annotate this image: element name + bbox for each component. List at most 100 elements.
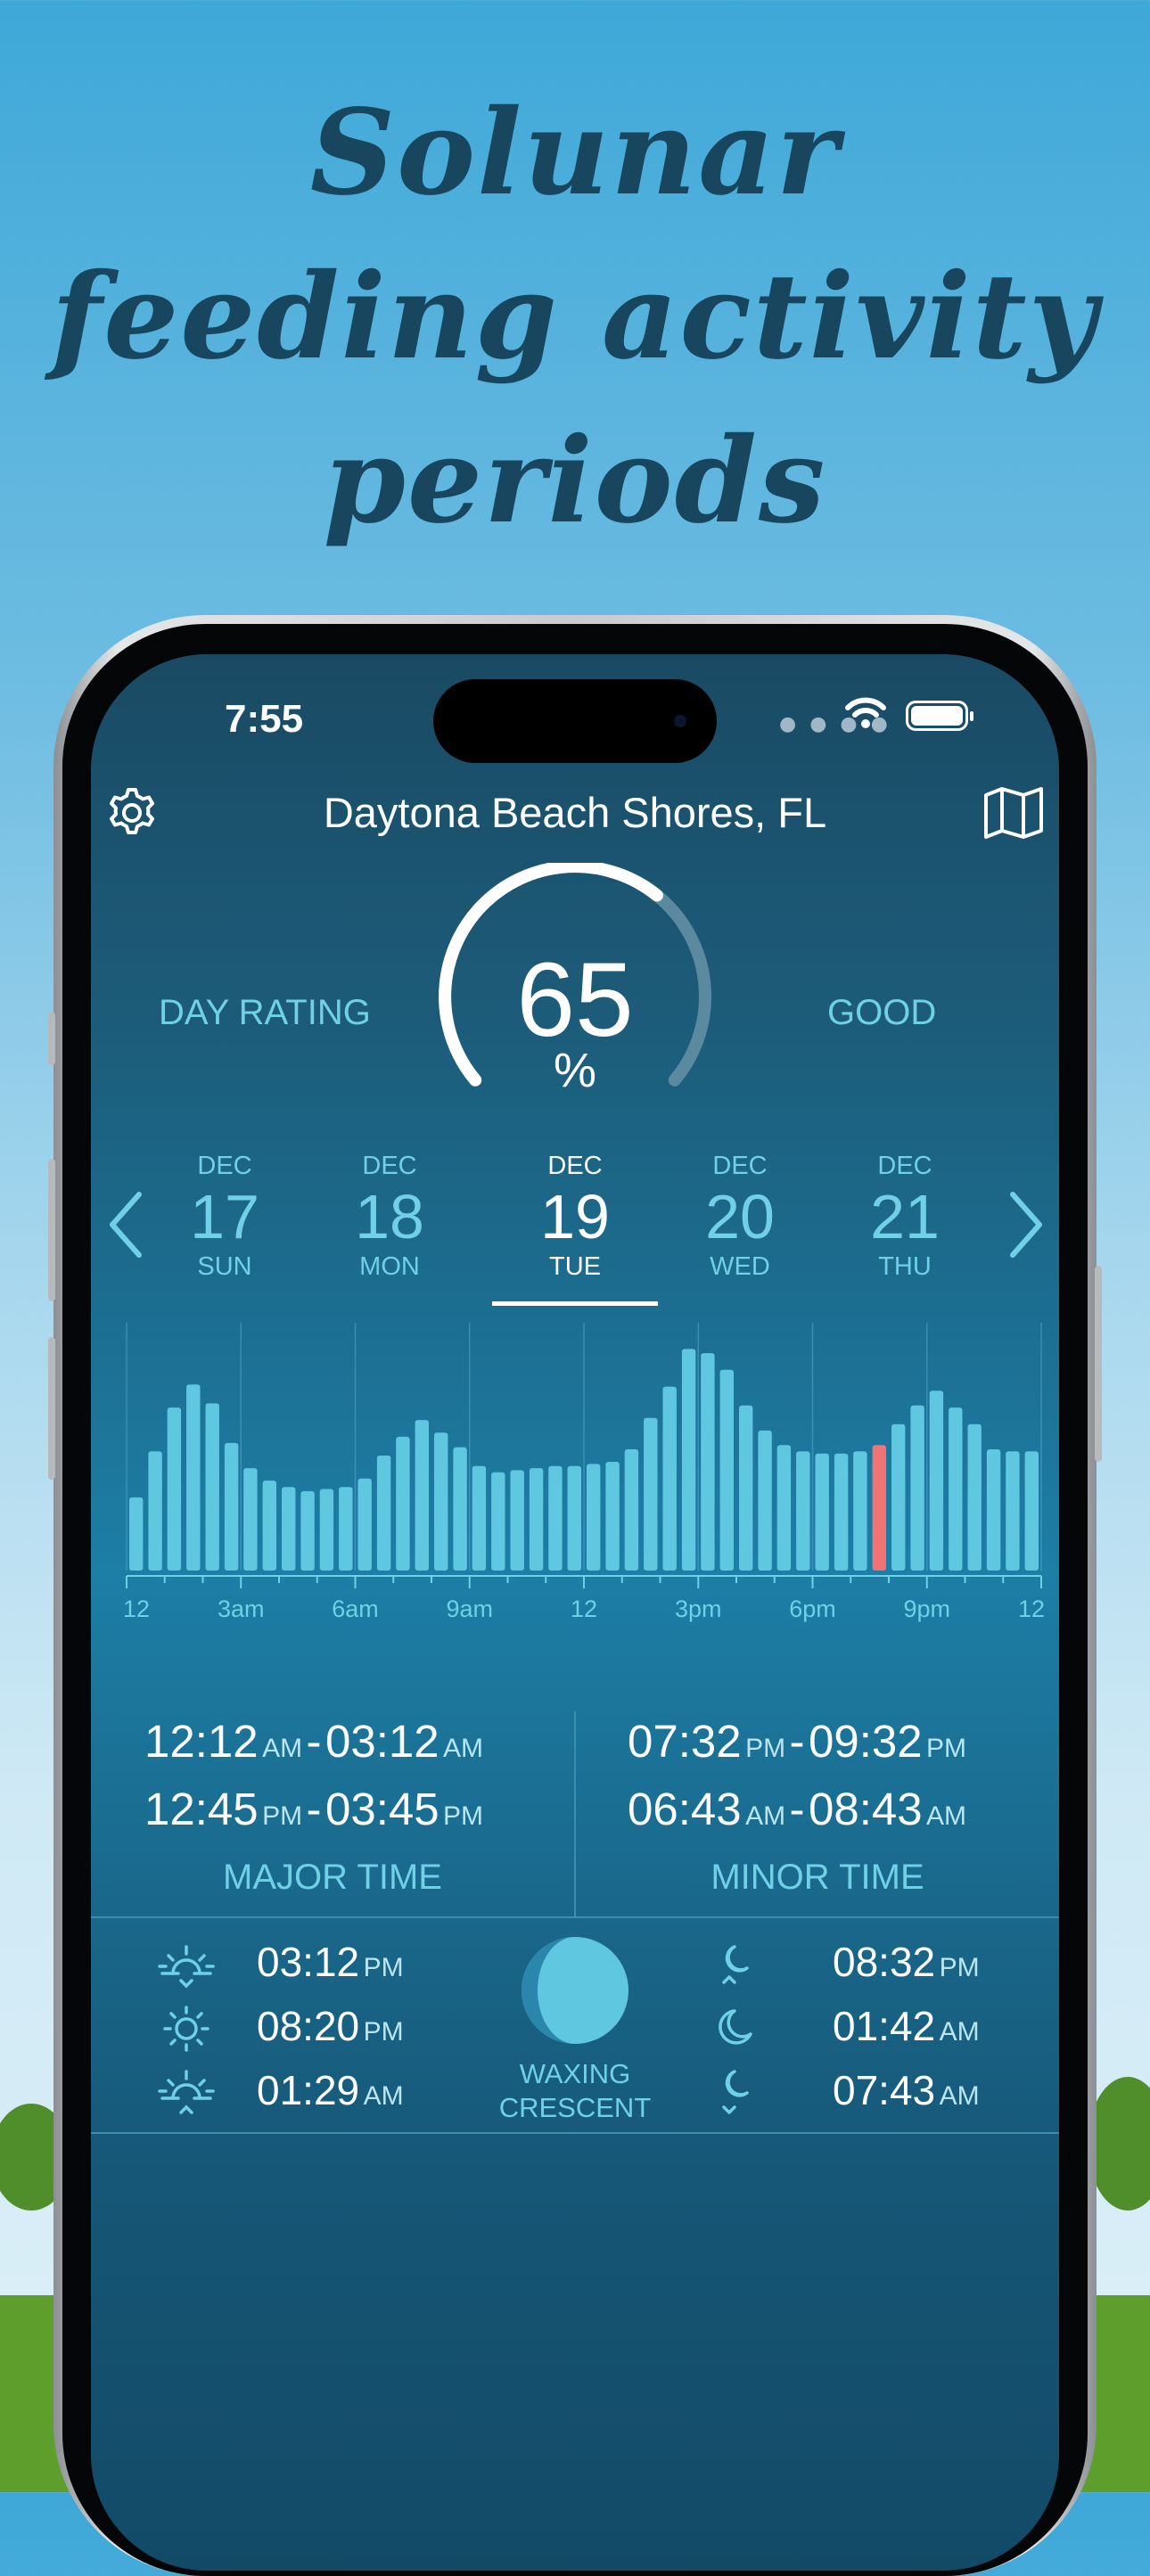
chart-bar — [681, 1349, 696, 1571]
moon-time: 01:42 — [833, 2003, 936, 2049]
dynamic-island — [433, 679, 717, 763]
date-month: DEC — [712, 1152, 768, 1180]
location-title[interactable]: Daytona Beach Shores, FL — [91, 788, 1059, 837]
sun-row-2: 08:20 PM — [257, 2002, 404, 2050]
ampm: AM — [926, 1801, 967, 1831]
chart-bar — [758, 1430, 772, 1571]
date-item[interactable]: DEC 18 MON — [318, 1152, 461, 1282]
ampm: AM — [939, 2017, 980, 2047]
chart-bar-current — [872, 1445, 886, 1571]
moon-time: 07:43 — [833, 2067, 936, 2113]
chart-tick-label: 12 — [571, 1596, 597, 1622]
date-item[interactable]: DEC 21 THU — [834, 1152, 976, 1282]
camera-dot — [674, 715, 686, 727]
chart-bar — [662, 1386, 677, 1571]
date-item[interactable]: DEC 17 SUN — [153, 1152, 296, 1282]
time-start: 12:12 — [144, 1716, 259, 1767]
chart-bar — [776, 1445, 792, 1571]
chart-bar — [339, 1487, 353, 1571]
chart-bar — [186, 1384, 201, 1571]
headline-line: periods — [323, 412, 827, 550]
ampm: PM — [745, 1734, 786, 1763]
day-rating-label: DAY RATING — [159, 993, 371, 1032]
chart-bar — [300, 1490, 315, 1571]
chart-bar — [834, 1453, 849, 1571]
selected-date-underline — [492, 1301, 658, 1306]
time-end: 09:32 — [808, 1716, 923, 1767]
chart-bar — [1024, 1451, 1039, 1571]
chevron-right-icon[interactable] — [1004, 1189, 1048, 1260]
chart-bar — [148, 1451, 162, 1571]
sun-time: 01:29 — [257, 2067, 360, 2113]
phone-power-button — [1095, 1266, 1102, 1462]
rating-word: GOOD — [827, 993, 937, 1032]
ampm: PM — [262, 1801, 303, 1831]
map-icon[interactable] — [982, 784, 1045, 841]
chart-tick-label: 3pm — [675, 1596, 722, 1622]
time-start: 06:43 — [628, 1784, 742, 1834]
ampm: AM — [363, 2081, 404, 2111]
chart-bar — [205, 1403, 219, 1571]
chart-bar — [587, 1464, 601, 1571]
chart-bar — [891, 1423, 906, 1571]
chart-bar — [167, 1407, 182, 1571]
date-item-selected[interactable]: DEC 19 TUE — [504, 1152, 646, 1282]
sun-row-3: 01:29 AM — [257, 2066, 404, 2114]
promo-headline: Solunar feeding activity periods — [0, 71, 1150, 563]
chart-bar — [415, 1420, 429, 1571]
time-end: 03:12 — [324, 1716, 439, 1767]
date-month: DEC — [362, 1152, 417, 1180]
date-month: DEC — [547, 1152, 603, 1180]
chart-bar — [243, 1468, 258, 1571]
date-weekday: WED — [710, 1252, 770, 1281]
moon-phase-line1: WAXING — [519, 2058, 631, 2089]
minor-period-2: 06:43 AM - 08:43 AM — [628, 1783, 966, 1835]
chart-bar — [986, 1449, 1001, 1571]
ampm: AM — [443, 1734, 484, 1763]
chart-bar — [282, 1487, 296, 1571]
time-end: 03:45 — [324, 1784, 439, 1834]
sun-time: 03:12 — [257, 1939, 360, 1985]
time-start: 07:32 — [628, 1716, 742, 1767]
chart-bar — [624, 1449, 639, 1571]
moon-phase-label: WAXING CRESCENT — [448, 2057, 702, 2125]
chart-bar — [376, 1456, 391, 1571]
section-divider — [91, 2132, 1059, 2134]
headline-line: Solunar — [309, 84, 841, 222]
app-screen: 7:55 ● ● ● ● Daytona Beach Shores, FL DA… — [91, 654, 1059, 2571]
chevron-left-icon[interactable] — [103, 1189, 148, 1260]
chart-bar — [319, 1489, 334, 1571]
chart-bar — [719, 1369, 734, 1571]
time-separator: - — [789, 1716, 805, 1767]
chart-bar — [434, 1432, 448, 1571]
chart-bar — [396, 1436, 410, 1571]
phone-volume-up — [48, 1159, 55, 1301]
chart-tick-label: 9pm — [903, 1596, 950, 1622]
date-item[interactable]: DEC 20 WED — [669, 1152, 811, 1282]
ampm: PM — [926, 1734, 967, 1763]
headline-line: feeding activity — [51, 248, 1099, 386]
chart-bar — [910, 1405, 924, 1571]
ampm: AM — [262, 1734, 303, 1763]
chart-bar — [701, 1353, 715, 1571]
tree-right — [1088, 2077, 1150, 2211]
time-start: 12:45 — [144, 1784, 259, 1834]
chart-bar — [224, 1442, 239, 1571]
chart-bar — [548, 1465, 563, 1571]
time-separator: - — [306, 1784, 322, 1834]
moon-phase-line2: CRESCENT — [498, 2092, 652, 2123]
chart-tick-label: 6am — [332, 1596, 379, 1622]
minor-period-1: 07:32 PM - 09:32 PM — [628, 1715, 966, 1768]
date-day: 19 — [540, 1182, 610, 1251]
date-month: DEC — [877, 1152, 932, 1180]
chart-bar — [529, 1468, 544, 1571]
phone-action-button — [48, 1012, 55, 1065]
date-weekday: TUE — [549, 1252, 601, 1281]
chart-bar — [129, 1497, 144, 1571]
date-day: 20 — [705, 1182, 775, 1251]
chart-bar — [929, 1391, 944, 1571]
chart-bar — [949, 1407, 963, 1571]
moonrise-icon — [722, 1945, 749, 1984]
chart-tick-label: 9am — [446, 1596, 493, 1622]
rating-unit: % — [553, 1044, 596, 1097]
